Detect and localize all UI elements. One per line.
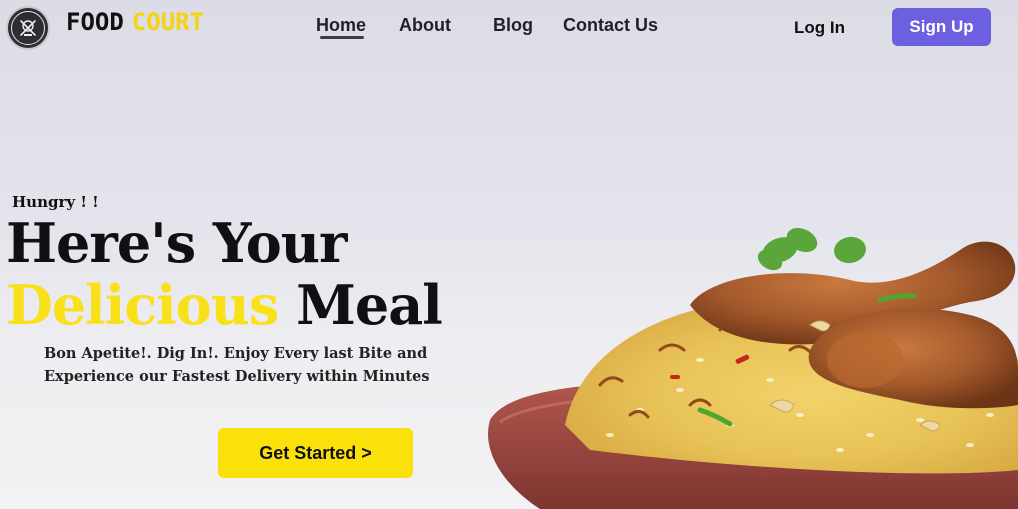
nav-home[interactable]: Home [316,15,366,36]
hero-headline-highlight: Delicious [6,273,279,337]
brand-word-court: COURT [131,8,205,36]
hero-headline-rest: Meal [296,273,443,337]
signup-button[interactable]: Sign Up [892,8,991,46]
brand-word-food: FOOD [66,8,124,36]
hero-eyebrow: Hungry ! ! [12,193,99,211]
nav-about[interactable]: About [399,15,451,36]
hero-headline-line2: Delicious Meal [6,273,443,337]
hero-subtitle-line1: Bon Apetite!. Dig In!. Enjoy Every last … [44,345,428,362]
nav-blog[interactable]: Blog [493,15,533,36]
hero-headline-line1: Here's Your [6,211,348,275]
logo-badge[interactable] [6,6,50,50]
brand-name[interactable]: FOOD COURT [66,8,204,36]
get-started-button[interactable]: Get Started > [218,428,413,478]
hero-subtitle-line2: Experience our Fastest Delivery within M… [44,368,430,385]
landing-page: FOOD COURT Home About Blog Contact Us Log… [0,0,1018,509]
biryani-dish-image [488,227,1018,509]
active-nav-indicator [320,36,364,39]
nav-contact-us[interactable]: Contact Us [563,15,658,36]
login-link[interactable]: Log In [794,18,845,38]
chef-utensils-icon [11,11,45,45]
